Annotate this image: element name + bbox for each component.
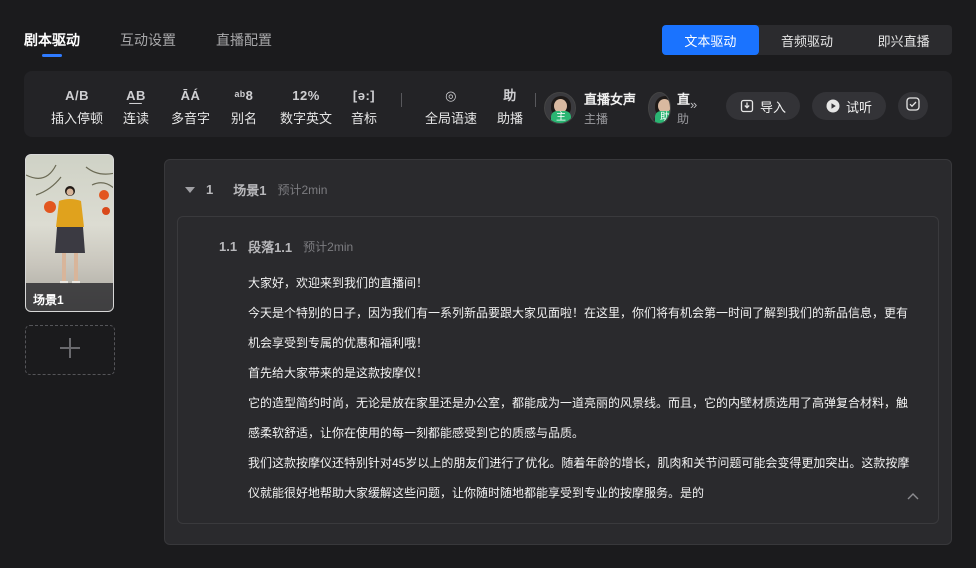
text-line: 它的造型简约时尚，无论是放在家里还是办公室，都能成为一道亮丽的风景线。而且，它的… [248,396,909,410]
text-driven-button[interactable]: 文本驱动 [662,25,759,55]
paragraph-text[interactable]: 大家好，欢迎来到我们的直播间！ 今天是个特别的日子，因为我们有一系列新品要跟大家… [248,268,916,508]
import-button[interactable]: 导入 [726,92,801,120]
scene-name: 场景1 [233,183,267,198]
scene-thumbnail[interactable]: 场景1 [25,154,114,312]
caret-down-icon[interactable] [185,186,195,193]
global-speed-tool[interactable]: ◎ 全局语速 [425,87,477,127]
voice-name: 直播女声 [584,92,637,107]
toolbar-divider [535,93,536,107]
number-icon: 12% [292,88,320,103]
checkbox-icon [906,96,920,116]
check-button[interactable] [898,92,928,120]
alias-icon: ᵃᵇ8 [234,88,254,103]
text-line: 我们这款按摩仪还特别针对45岁以上的朋友们进行了优化。随着年龄的增长，肌肉和关节… [248,456,910,470]
avatar: 主 [544,92,576,124]
play-icon [826,99,840,113]
toolbar-divider [401,93,402,107]
import-icon [740,99,754,113]
host-badge: 主 [551,111,571,123]
tool-label: 连读 [123,111,150,126]
tool-label: 助播 [497,111,524,126]
assistant-badge: 助 [655,111,670,123]
voice-assistant[interactable]: 助 直 助 [648,89,690,127]
paragraph-block: 1.1 段落1.1 预计2min 大家好，欢迎来到我们的直播间！ 今天是个特别的… [177,216,939,524]
speed-icon: ◎ [445,88,457,103]
voice-name: 直 [676,92,690,107]
text-line: 今天是个特别的日子，因为我们有一系列新品要跟大家见面啦！在这里，你们将有机会第一… [248,306,909,320]
scene-label: 场景1 [26,283,113,311]
tab-script-driven[interactable]: 剧本驱动 [24,30,80,58]
text-line: 机会享受到专属的优惠和福利哦！ [248,336,429,350]
phonetic-tool[interactable]: [ə:] 音标 [351,87,377,127]
paragraph-number: 1.1 [219,239,238,254]
text-line: 仪就能很好地帮助大家缓解这些问题，让你随时随地都能享受到专业的按摩服务。是的 [248,486,705,500]
text-line: 大家好，欢迎来到我们的直播间！ [248,276,429,290]
tool-label: 音标 [351,111,378,126]
tab-live-config[interactable]: 直播配置 [216,30,272,58]
tool-label: 数字英文 [280,111,333,126]
paragraph-header: 1.1 段落1.1 预计2min [219,237,353,256]
polyphone-tool[interactable]: ĀÁ 多音字 [171,87,210,127]
assistant-icon: 助 [503,88,517,103]
script-editor: 1 场景1 预计2min 1.1 段落1.1 预计2min 大家好，欢迎来到我们… [164,159,952,545]
chevron-up-icon[interactable] [907,487,919,505]
add-scene-button[interactable] [25,325,115,375]
paragraph-estimate: 预计2min [303,240,354,254]
audio-driven-button[interactable]: 音频驱动 [759,25,856,55]
scene-estimate: 预计2min [277,183,328,197]
number-english-tool[interactable]: 12% 数字英文 [280,87,332,127]
paragraph-name: 段落1.1 [248,240,293,255]
liaison-tool[interactable]: A͟B 连读 [123,87,149,127]
import-label: 导入 [760,99,787,115]
assistant-tool[interactable]: 助 助播 [497,87,523,127]
pause-icon: A/B [65,88,89,103]
voice-role: 助 [676,112,689,126]
insert-pause-tool[interactable]: A/B 插入停顿 [51,87,103,127]
liaison-icon: A͟B [126,88,146,103]
scene-header[interactable]: 1 场景1 预计2min [185,180,327,199]
drive-mode-switch: 文本驱动 音频驱动 即兴直播 [662,25,952,55]
voice-role: 主播 [584,112,609,126]
polyphone-icon: ĀÁ [180,88,201,103]
tab-interaction-settings[interactable]: 互动设置 [120,30,176,58]
listen-label: 试听 [846,99,873,115]
avatar: 助 [648,92,671,124]
editing-toolbar: A/B 插入停顿 A͟B 连读 ĀÁ 多音字 ᵃᵇ8 别名 12% 数字英文 [… [24,71,952,137]
phonetic-icon: [ə:] [352,88,376,103]
voice-host[interactable]: 主 直播女声 主播 [544,89,636,127]
listen-button[interactable]: 试听 [812,92,887,120]
plus-icon [59,337,81,364]
tool-label: 别名 [231,111,258,126]
tool-label: 全局语速 [425,111,478,126]
improv-live-button[interactable]: 即兴直播 [855,25,952,55]
tool-label: 插入停顿 [51,111,104,126]
scene-number: 1 [206,182,214,197]
top-tabs: 剧本驱动 互动设置 直播配置 [24,30,272,58]
text-line: 首先给大家带来的是这款按摩仪！ [248,366,429,380]
text-line: 感柔软舒适，让你在使用的每一刻都能感受到它的质感与品质。 [248,426,585,440]
alias-tool[interactable]: ᵃᵇ8 别名 [231,87,257,127]
tool-label: 多音字 [171,111,211,126]
chevron-right-icon[interactable]: » [690,97,697,112]
